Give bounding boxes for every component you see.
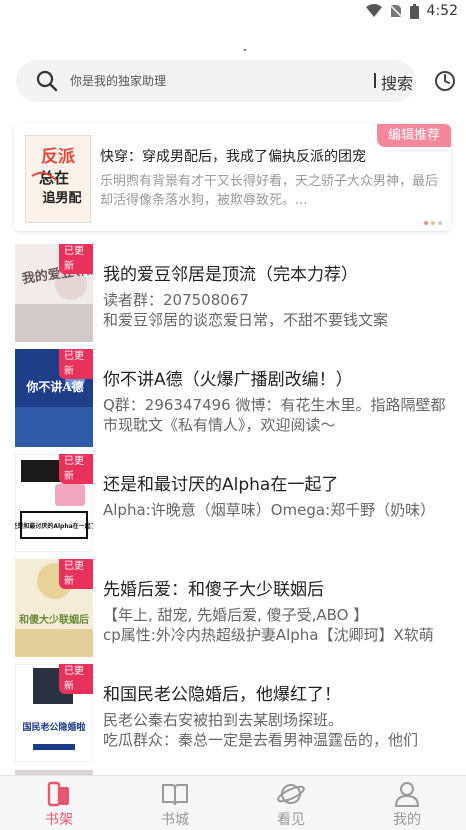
updated-badge: 已更新 xyxy=(59,454,93,484)
status-bar: 4:52 xyxy=(0,0,466,26)
nav-label-discover: 看见 xyxy=(277,812,305,828)
book-item[interactable]: 我的爱豆邻居 已更新 我的爱豆邻居是顶流（完本力荐） 读者群：207508067… xyxy=(0,244,466,342)
book-item[interactable]: 你不讲A德 已更新 你不讲A德（火爆广播剧改编！） Q群：296347496 微… xyxy=(0,349,466,447)
featured-title: 快穿：穿成男配后，我成了偏执反派的团宠 xyxy=(100,149,366,165)
book-title: 还是和最讨厌的Alpha在一起了 xyxy=(103,475,339,495)
updated-badge: 已更新 xyxy=(59,559,93,589)
nav-label-profile: 我的 xyxy=(393,812,421,828)
history-clock-icon[interactable] xyxy=(434,70,456,92)
carousel-indicator xyxy=(424,221,442,225)
book-cover-text: 国民老公隐婚啦 xyxy=(22,721,85,733)
carousel-dot xyxy=(438,221,442,225)
search-icon xyxy=(36,70,58,92)
book-description: 【年上, 甜宠, 先婚后爱, 傻子受,ABO 】 cp属性:外冷内热超级护妻Al… xyxy=(103,606,434,644)
book-item[interactable]: 还是和最讨厌的Alpha在一起了 已更新 还是和最讨厌的Alpha在一起了 Al… xyxy=(0,454,466,552)
book-item[interactable]: 和傻大少联姻后 已更新 先婚后爱：和傻子大少联姻后 【年上, 甜宠, 先婚后爱,… xyxy=(0,559,466,657)
search-bar[interactable]: 你是我的独家助理 搜索 xyxy=(16,60,416,102)
user-icon xyxy=(394,782,420,807)
book-description: 读者群：207508067 和爱豆邻居的谈恋爱日常，不甜不要钱文案 xyxy=(103,291,389,329)
featured-cover-text-1: 反派 xyxy=(41,147,76,167)
book-cover-text: 还是和最讨厌的Alpha在一起了 xyxy=(15,522,93,530)
nav-bookshelf[interactable]: 书架 xyxy=(1,776,117,830)
book-icon xyxy=(162,784,188,806)
featured-recommendation[interactable]: 编辑推荐 反派 总在 追男配 快穿：穿成男配后，我成了偏执反派的团宠 乐明煦有背… xyxy=(14,124,451,231)
book-title: 你不讲A德（火爆广播剧改编！） xyxy=(103,370,353,390)
book-description: 民老公秦右安被拍到去某剧场探班。 吃瓜群众：秦总一定是去看男神温霆岳的，他们 xyxy=(103,711,419,749)
search-divider xyxy=(374,73,376,88)
nav-bookstore[interactable]: 书城 xyxy=(117,776,233,830)
book-title: 和国民老公隐婚后，他爆红了！ xyxy=(103,685,341,705)
featured-description: 乐明煦有背景有才干又长得好看，天之骄子大众男神，最后却活得像条落水狗，被欺辱致死… xyxy=(100,174,439,208)
book-cover-text: 你不讲A德 xyxy=(25,379,83,394)
updated-badge: 已更新 xyxy=(59,244,93,274)
wifi-icon xyxy=(365,4,382,17)
featured-cover-text-3: 追男配 xyxy=(42,190,81,206)
nav-label-bookshelf: 书架 xyxy=(45,812,73,828)
no-sim-icon xyxy=(389,4,402,18)
bottom-navigation: 书架 书城 看见 我的 xyxy=(0,775,466,830)
book-description: Q群：296347496 微博：有花生木里。指路隔壁都市现耽文《私有情人》，欢迎… xyxy=(103,396,446,434)
battery-icon xyxy=(409,3,419,19)
updated-badge: 已更新 xyxy=(59,349,93,379)
bookshelf-icon xyxy=(47,781,69,807)
nav-profile[interactable]: 我的 xyxy=(349,776,465,830)
nav-discover[interactable]: 看见 xyxy=(233,776,349,830)
book-title: 我的爱豆邻居是顶流（完本力荐） xyxy=(103,265,358,285)
book-cover-text: 和傻大少联姻后 xyxy=(18,613,89,626)
book-item[interactable]: 国民老公隐婚啦 已更新 和国民老公隐婚后，他爆红了！ 民老公秦右安被拍到去某剧场… xyxy=(0,664,466,762)
book-title: 先婚后爱：和傻子大少联姻后 xyxy=(103,580,324,600)
search-button[interactable]: 搜索 xyxy=(381,70,413,94)
search-input[interactable]: 你是我的独家助理 xyxy=(70,72,166,89)
status-time: 4:52 xyxy=(426,3,458,19)
planet-icon xyxy=(277,784,305,804)
editor-pick-badge: 编辑推荐 xyxy=(377,124,451,147)
featured-book-cover: 反派 总在 追男配 xyxy=(25,135,91,223)
nav-label-bookstore: 书城 xyxy=(161,812,189,828)
camera-dot xyxy=(244,49,246,51)
book-description: Alpha:许晚意（烟草味）Omega:郑千野（奶味） xyxy=(103,501,436,519)
updated-badge: 已更新 xyxy=(59,664,93,694)
carousel-dot xyxy=(424,221,428,225)
carousel-dot xyxy=(431,221,435,225)
